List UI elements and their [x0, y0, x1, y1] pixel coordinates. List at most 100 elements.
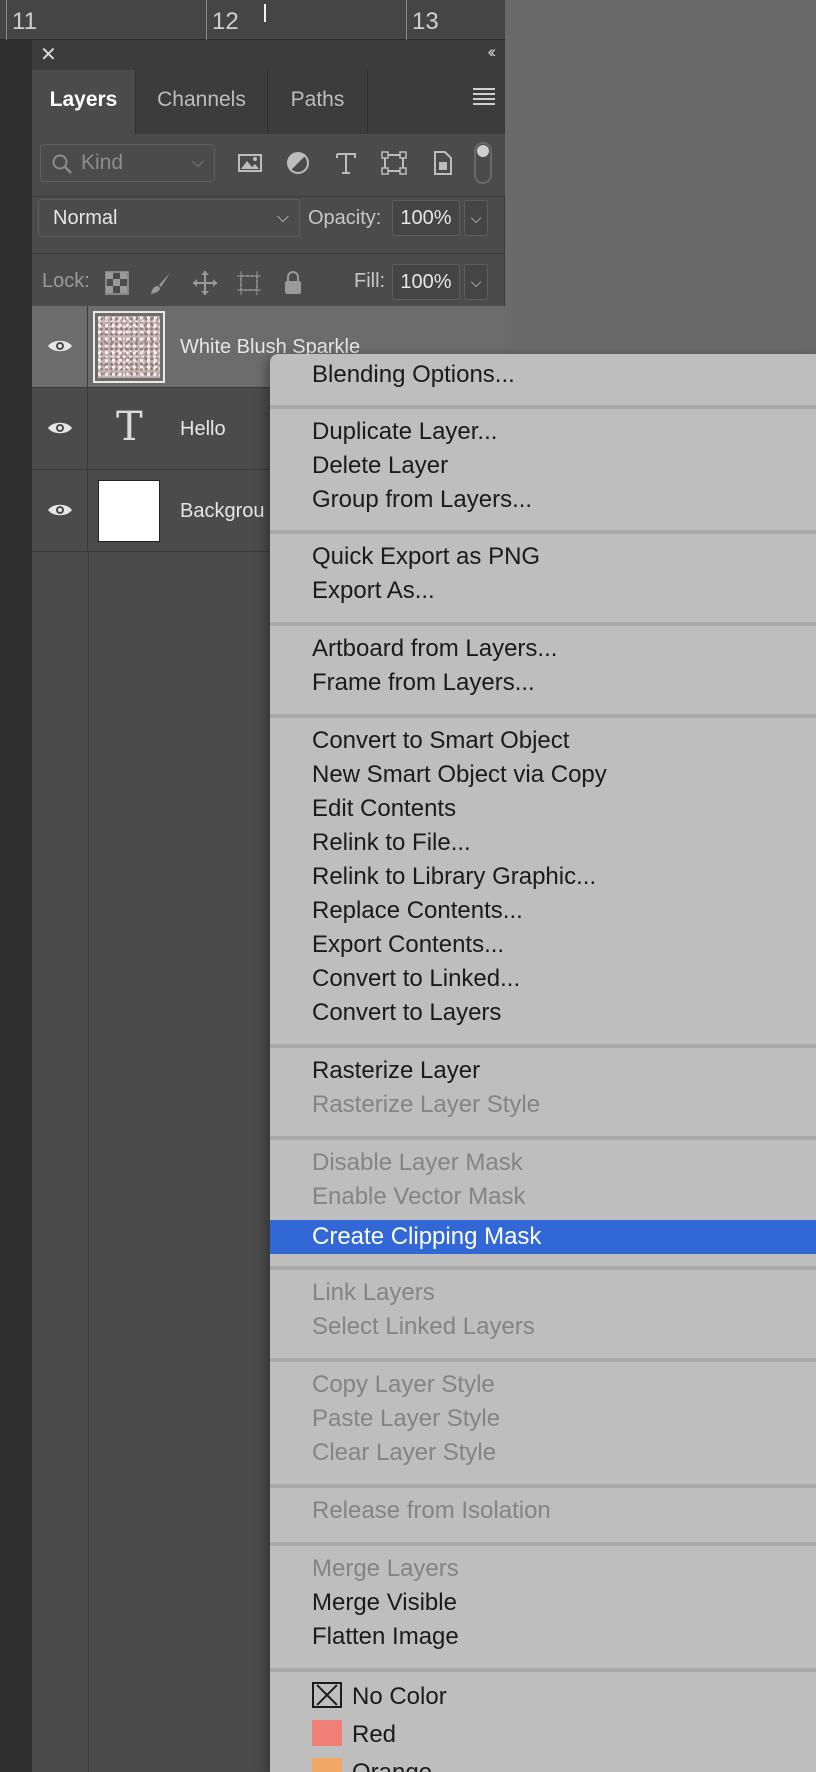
menu-item-flatten-image[interactable]: Flatten Image	[270, 1620, 816, 1654]
chevron-down-icon: ⌵	[191, 154, 204, 171]
lock-position-icon[interactable]	[192, 270, 218, 296]
panel-title-bar[interactable]: ✕ ‹‹	[32, 40, 505, 70]
orange-swatch-icon	[312, 1758, 342, 1772]
shape-layer-filter-icon[interactable]	[380, 148, 408, 178]
menu-item-edit-contents[interactable]: Edit Contents	[270, 792, 816, 826]
layer-thumbnail[interactable]	[93, 311, 165, 383]
lock-image-pixels-icon[interactable]	[148, 270, 174, 296]
blend-mode-value: Normal	[53, 207, 118, 229]
menu-item-paste-layer-style: Paste Layer Style	[312, 1405, 501, 1432]
menu-item-export-contents[interactable]: Export Contents...	[270, 928, 816, 962]
menu-item-orange[interactable]: Orange	[270, 1756, 816, 1772]
menu-separator	[270, 1542, 816, 1546]
ruler-mark: 12	[212, 8, 239, 35]
lock-artboard-icon[interactable]	[236, 270, 262, 296]
smart-object-filter-icon[interactable]	[428, 148, 456, 178]
ruler-position-marker	[264, 4, 266, 22]
menu-separator	[270, 1266, 816, 1270]
menu-item-disable-layer-mask: Disable Layer Mask	[312, 1149, 523, 1176]
ruler-tick	[6, 0, 7, 40]
menu-separator	[270, 1136, 816, 1140]
menu-separator	[270, 1668, 816, 1672]
horizontal-ruler: 11 12 13	[0, 0, 505, 40]
menu-item-delete-layer[interactable]: Delete Layer	[270, 449, 816, 483]
menu-separator	[270, 622, 816, 626]
layer-name[interactable]: Backgrou	[180, 500, 265, 523]
menu-item-merge-layers: Merge Layers	[312, 1555, 459, 1582]
menu-item-replace-contents[interactable]: Replace Contents...	[270, 894, 816, 928]
adjustment-layer-filter-icon[interactable]	[284, 148, 312, 178]
kind-filter-label: Kind	[81, 151, 124, 174]
menu-item-duplicate-layer[interactable]: Duplicate Layer...	[270, 415, 816, 449]
menu-item-relink-library-graphic[interactable]: Relink to Library Graphic...	[270, 860, 816, 894]
opacity-input[interactable]: 100%	[392, 200, 460, 236]
opacity-label: Opacity:	[308, 207, 382, 229]
tools-strip	[0, 40, 32, 1772]
menu-item-copy-layer-style: Copy Layer Style	[312, 1371, 495, 1398]
lock-label: Lock:	[42, 270, 90, 292]
opacity-dropdown[interactable]: ⌵	[464, 200, 488, 236]
collapse-icon[interactable]: ‹‹	[488, 42, 497, 62]
visibility-toggle[interactable]	[32, 470, 88, 552]
menu-separator	[270, 714, 816, 718]
menu-item-create-clipping-mask[interactable]: Create Clipping Mask	[270, 1220, 816, 1254]
menu-item-artboard-from-layers[interactable]: Artboard from Layers...	[270, 632, 816, 666]
menu-item-relink-to-file[interactable]: Relink to File...	[270, 826, 816, 860]
lock-transparent-pixels-icon[interactable]	[104, 270, 130, 296]
ruler-mark: 11	[12, 8, 37, 35]
menu-item-clear-layer-style: Clear Layer Style	[312, 1439, 497, 1466]
filter-toggle-switch[interactable]	[474, 142, 492, 184]
ruler-tick	[406, 0, 407, 40]
layer-name[interactable]: Hello	[180, 418, 226, 441]
close-icon[interactable]: ✕	[40, 42, 57, 67]
visibility-toggle[interactable]	[32, 388, 88, 470]
type-layer-filter-icon[interactable]	[332, 148, 360, 178]
menu-item-convert-to-layers[interactable]: Convert to Layers	[270, 996, 816, 1030]
menu-item-label: No Color	[352, 1683, 447, 1710]
search-icon	[52, 154, 72, 174]
menu-item-blending-options[interactable]: Blending Options...	[270, 358, 816, 392]
menu-item-merge-visible[interactable]: Merge Visible	[270, 1586, 816, 1620]
menu-item-label: Red	[352, 1721, 397, 1748]
menu-item-no-color[interactable]: No Color	[270, 1680, 816, 1714]
eye-icon[interactable]	[47, 420, 73, 436]
pixel-layer-filter-icon[interactable]	[236, 148, 264, 178]
panel-menu-icon[interactable]	[473, 88, 495, 108]
eye-icon[interactable]	[47, 502, 73, 518]
menu-item-label: Orange	[352, 1759, 432, 1772]
menu-item-quick-export-png[interactable]: Quick Export as PNG	[270, 540, 816, 574]
menu-separator	[270, 1358, 816, 1362]
chevron-down-icon: ⌵	[276, 209, 289, 226]
menu-item-export-as[interactable]: Export As...	[270, 574, 816, 608]
menu-item-rasterize-layer[interactable]: Rasterize Layer	[270, 1054, 816, 1088]
ruler-tick	[206, 0, 207, 40]
fill-label: Fill:	[354, 270, 386, 292]
menu-item-convert-to-linked[interactable]: Convert to Linked...	[270, 962, 816, 996]
menu-item-rasterize-layer-style: Rasterize Layer Style	[312, 1091, 541, 1118]
lock-row: Lock: Fill: 100% ⌵	[32, 254, 505, 310]
menu-item-red[interactable]: Red	[270, 1718, 816, 1752]
menu-item-convert-smart-object[interactable]: Convert to Smart Object	[270, 724, 816, 758]
menu-item-frame-from-layers[interactable]: Frame from Layers...	[270, 666, 816, 700]
menu-item-enable-vector-mask: Enable Vector Mask	[312, 1183, 526, 1210]
layer-thumbnail[interactable]	[98, 480, 160, 542]
red-swatch-icon	[312, 1720, 342, 1746]
menu-item-new-smart-object-copy[interactable]: New Smart Object via Copy	[270, 758, 816, 792]
menu-separator	[270, 530, 816, 534]
menu-item-link-layers: Link Layers	[312, 1279, 435, 1306]
menu-item-group-from-layers[interactable]: Group from Layers...	[270, 483, 816, 517]
type-layer-icon: T	[116, 404, 143, 450]
layer-context-menu: Blending Options... Duplicate Layer... D…	[270, 354, 816, 1772]
menu-item-select-linked-layers: Select Linked Layers	[312, 1313, 535, 1340]
ruler-mark: 13	[412, 8, 439, 35]
visibility-toggle[interactable]	[32, 306, 88, 388]
menu-separator	[270, 405, 816, 409]
filter-row: Kind ⌵	[32, 134, 505, 196]
kind-filter-select[interactable]: Kind ⌵	[40, 144, 215, 182]
blend-mode-select[interactable]: Normal ⌵	[38, 199, 300, 237]
fill-input[interactable]: 100%	[392, 264, 460, 300]
lock-all-icon[interactable]	[280, 270, 306, 296]
eye-icon[interactable]	[47, 338, 73, 354]
fill-dropdown[interactable]: ⌵	[464, 264, 488, 300]
menu-item-release-isolation: Release from Isolation	[312, 1497, 551, 1524]
